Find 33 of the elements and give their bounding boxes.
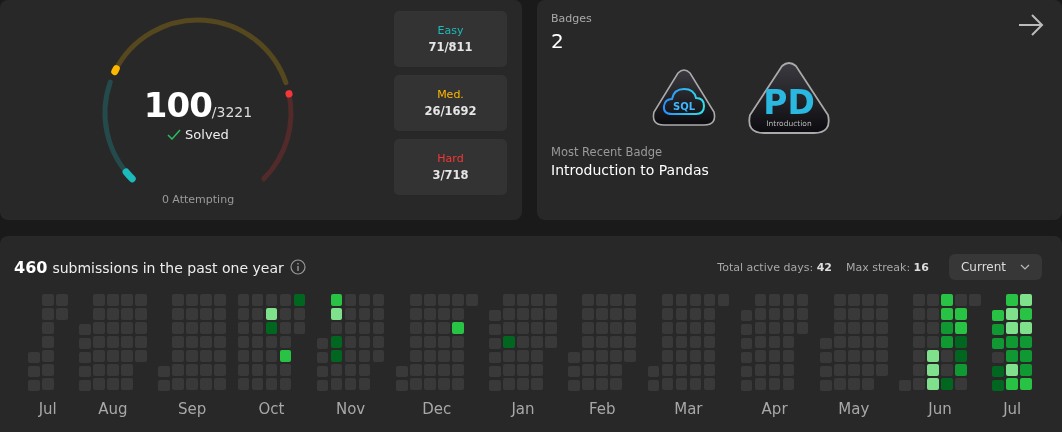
recent-badge-name: Introduction to Pandas <box>551 162 710 178</box>
difficulty-stat[interactable]: Hard 3/718 <box>394 139 507 195</box>
month-label: Jan <box>511 400 535 418</box>
solved-count: 100 <box>143 85 212 125</box>
month-label: Nov <box>335 400 366 418</box>
badge-icon[interactable]: SQL <box>650 68 718 128</box>
solved-label: Solved <box>185 127 229 142</box>
month-label: Apr <box>761 400 788 418</box>
submissions-summary: 460 submissions in the past one year <box>14 257 284 277</box>
difficulty-stat[interactable]: Easy 71/811 <box>394 11 507 67</box>
month-label: Mar <box>674 400 703 418</box>
arrow-right-icon[interactable] <box>1018 14 1044 36</box>
month-label: May <box>838 400 870 418</box>
month-label: Jun <box>928 400 952 418</box>
month-label: Jul <box>1003 400 1022 418</box>
month-label: Dec <box>422 400 452 418</box>
info-icon[interactable] <box>289 259 306 275</box>
chevron-down-icon <box>1020 264 1030 270</box>
total-count: /3221 <box>211 104 253 120</box>
attempting-count: 0 Attempting <box>160 193 236 206</box>
check-icon <box>167 129 182 140</box>
month-label: Feb <box>588 400 616 418</box>
max-streak: Max streak: 16 <box>845 260 929 274</box>
recent-badge-label: Most Recent Badge <box>551 145 664 159</box>
month-label: Aug <box>98 400 128 418</box>
month-label: Jul <box>38 400 57 418</box>
period-dropdown[interactable]: Current <box>948 254 1042 280</box>
active-days: Total active days: 42 <box>717 260 832 274</box>
difficulty-stat[interactable]: Med. 26/1692 <box>394 75 507 131</box>
month-label: Sep <box>178 400 207 418</box>
badges-count: 2 <box>551 29 565 53</box>
month-label: Oct <box>258 400 285 418</box>
badges-title: Badges <box>551 12 593 25</box>
